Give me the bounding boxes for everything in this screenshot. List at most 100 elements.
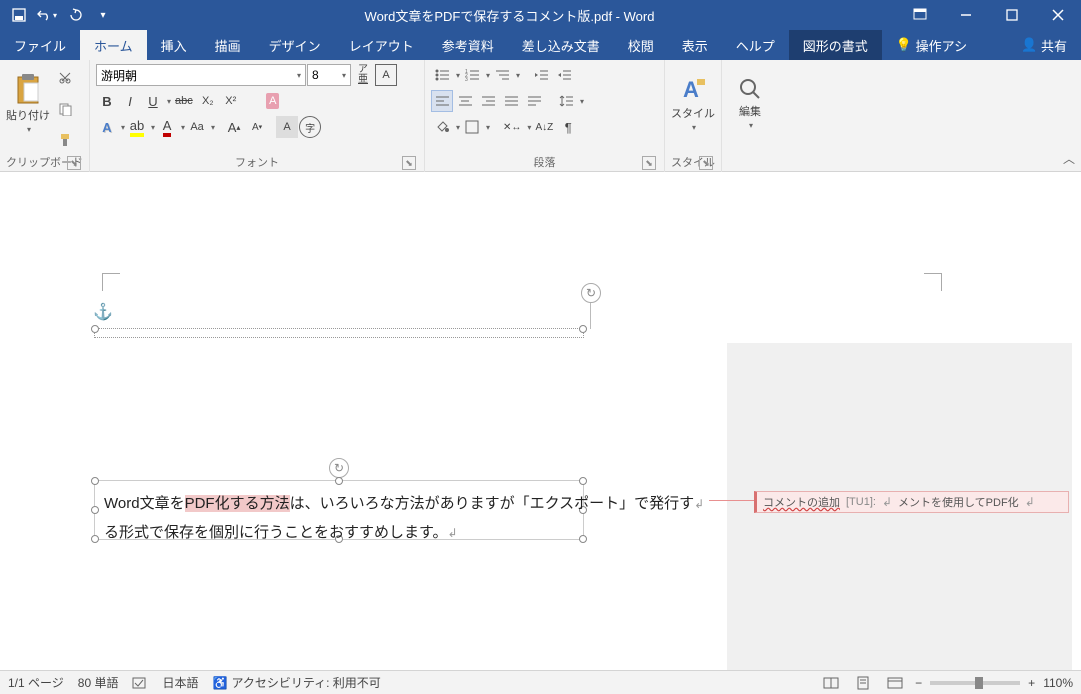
qat-customize-icon[interactable]: ▾ [90,2,116,28]
maximize-icon[interactable] [989,0,1035,30]
word-count[interactable]: 80 単語 [78,674,119,691]
tab-layout[interactable]: レイアウト [335,30,428,60]
paste-button[interactable]: 貼り付け ▾ [6,64,50,142]
resize-handle[interactable] [335,477,343,485]
sort-button[interactable]: A↓Z [532,116,556,138]
save-icon[interactable] [6,2,32,28]
proofing-icon[interactable] [132,676,148,690]
multilevel-button[interactable] [491,64,513,86]
page-count[interactable]: 1/1 ページ [8,674,64,691]
tellme-label: 操作アシ [916,36,967,55]
tab-mailings[interactable]: 差し込み文書 [508,30,614,60]
tab-insert[interactable]: 挿入 [147,30,201,60]
outdent-button[interactable] [530,64,552,86]
resize-handle[interactable] [91,506,99,514]
tab-draw[interactable]: 描画 [201,30,255,60]
editing-button[interactable]: 編集▾ [728,64,772,142]
numbering-button[interactable]: 123 [461,64,483,86]
zoom-thumb[interactable] [975,677,983,689]
borders-button[interactable] [461,116,483,138]
char-scaling-button[interactable]: ✕↔ [500,116,524,138]
ribbon-display-icon[interactable] [897,0,943,30]
tab-tellme[interactable]: 💡 操作アシ [882,30,981,60]
read-mode-button[interactable] [819,673,843,693]
highlight-button[interactable]: ab [126,116,148,138]
print-layout-button[interactable] [851,673,875,693]
align-left-button[interactable] [431,90,453,112]
char-shading-button[interactable]: A [276,116,298,138]
tab-references[interactable]: 参考資料 [428,30,508,60]
bold-button[interactable]: B [96,90,118,112]
styles-button[interactable]: A スタイル▾ [671,64,715,142]
minimize-icon[interactable] [943,0,989,30]
language[interactable]: 日本語 [162,674,198,691]
subscript-button[interactable]: X₂ [197,90,219,112]
text-effects-button[interactable]: A [96,116,118,138]
superscript-button[interactable]: X² [220,90,242,112]
show-marks-button[interactable]: ¶ [557,116,579,138]
char-border-button[interactable]: A [375,64,397,86]
resize-handle[interactable] [91,535,99,543]
indent-button[interactable] [553,64,575,86]
close-icon[interactable] [1035,0,1081,30]
font-color-button[interactable]: A [156,116,178,138]
align-right-button[interactable] [477,90,499,112]
shape-selection-top[interactable] [94,328,584,338]
tab-view[interactable]: 表示 [668,30,722,60]
tab-review[interactable]: 校閲 [614,30,668,60]
tab-home[interactable]: ホーム [80,30,147,60]
distribute-button[interactable] [523,90,545,112]
collapse-ribbon-icon[interactable]: ︿ [1063,150,1075,167]
grow-font-button[interactable]: A▴ [223,116,245,138]
bullets-button[interactable] [431,64,453,86]
font-name-select[interactable]: 游明朝▾ [96,64,306,86]
format-painter-button[interactable] [54,129,76,151]
underline-button[interactable]: U [142,90,164,112]
svg-text:A: A [683,77,699,102]
ruby-button[interactable]: ア亜 [352,64,374,86]
zoom-slider[interactable] [930,681,1020,685]
zoom-in-button[interactable]: + [1028,676,1035,690]
person-icon: 👤 [1021,37,1037,53]
rotate-handle-icon[interactable]: ↻ [581,283,601,303]
copy-button[interactable] [54,98,76,120]
resize-handle[interactable] [579,477,587,485]
document-area[interactable]: ⚓ ↻ ↻ Word文章をPDF化する方法は、いろいろな方法がありますが「エクス… [0,172,1081,670]
resize-handle[interactable] [91,477,99,485]
paragraph-launcher-icon[interactable]: ⬊ [642,156,656,170]
tab-design[interactable]: デザイン [255,30,335,60]
web-layout-button[interactable] [883,673,907,693]
resize-handle[interactable] [579,325,587,333]
styles-launcher-icon[interactable]: ⬊ [699,156,713,170]
accessibility[interactable]: ♿アクセシビリティ: 利用不可 [212,674,380,691]
italic-button[interactable]: I [119,90,141,112]
tab-help[interactable]: ヘルプ [722,30,789,60]
tab-file[interactable]: ファイル [0,30,80,60]
copy-icon [58,102,72,116]
group-editing: 編集▾ [722,60,778,172]
font-size-select[interactable]: 8▾ [307,64,351,86]
shading-button[interactable] [431,116,453,138]
font-launcher-icon[interactable]: ⬊ [402,156,416,170]
cut-button[interactable] [54,67,76,89]
align-center-button[interactable] [454,90,476,112]
comment-balloon[interactable]: コメントの追加 [TU1]: ↲ メントを使用してPDF化 ↲ [754,491,1069,513]
clear-formatting-button[interactable]: A [262,90,284,112]
line-spacing-button[interactable] [555,90,577,112]
bullets-icon [435,69,449,81]
redo-icon[interactable] [62,2,88,28]
rotate-handle-icon[interactable]: ↻ [329,458,349,478]
tab-share[interactable]: 👤 共有 [1007,30,1081,60]
enclose-char-button[interactable]: 字 [299,116,321,138]
undo-icon[interactable]: ▾ [34,2,60,28]
zoom-out-button[interactable]: − [915,676,922,690]
clipboard-launcher-icon[interactable]: ⬊ [67,156,81,170]
shrink-font-button[interactable]: A▾ [246,116,268,138]
resize-handle[interactable] [91,325,99,333]
change-case-button[interactable]: Aa [186,116,208,138]
tab-shape-format[interactable]: 図形の書式 [789,30,882,60]
zoom-level[interactable]: 110% [1043,676,1073,690]
document-text[interactable]: Word文章をPDF化する方法は、いろいろな方法がありますが「エクスポート」で発… [104,490,714,547]
align-justify-button[interactable] [500,90,522,112]
strike-button[interactable]: abc [172,90,196,112]
